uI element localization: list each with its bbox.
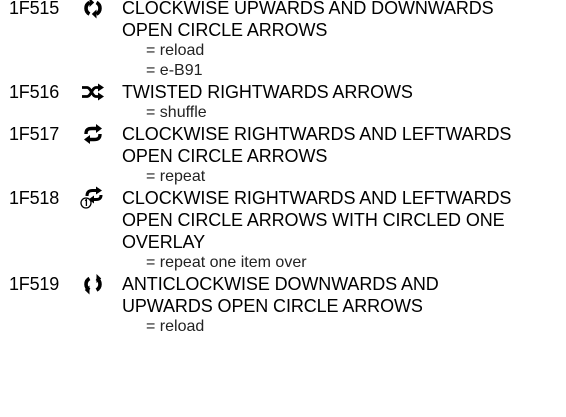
clockwise-right-left-circle-arrows-icon: [79, 123, 107, 145]
character-entry: 1F515 CLOCKWISE UPWARDS AND DOWNWARDS OP…: [0, 0, 566, 81]
character-entry: 1F519 ANTICLOCKWISE DOWNWARDS AND UPWARD…: [0, 273, 566, 337]
character-name-line: TWISTED RIGHTWARDS ARROWS: [122, 82, 413, 102]
anticlockwise-down-up-circle-arrows-icon: [79, 273, 107, 295]
character-note: = repeat one item over: [146, 254, 307, 271]
repeat-one-circle-arrows-icon: [79, 186, 107, 209]
character-name-line: OPEN CIRCLE ARROWS: [122, 20, 328, 40]
code-point: 1F519: [9, 274, 60, 294]
character-name-line: CLOCKWISE UPWARDS AND DOWNWARDS: [122, 0, 494, 18]
character-name-line: ANTICLOCKWISE DOWNWARDS AND: [122, 274, 439, 294]
character-note: = repeat: [146, 168, 206, 185]
code-point: 1F517: [9, 124, 60, 144]
character-name-line: CLOCKWISE RIGHTWARDS AND LEFTWARDS: [122, 188, 512, 208]
character-name-line: CLOCKWISE RIGHTWARDS AND LEFTWARDS: [122, 124, 512, 144]
clockwise-up-down-circle-arrows-icon: [79, 0, 107, 19]
character-note: = shuffle: [146, 104, 207, 121]
character-note: = reload: [146, 42, 205, 59]
twisted-rightwards-arrows-icon: [79, 81, 107, 103]
character-entry: 1F518 CLOCKWISE RIGHTWARDS AND LEFTWARDS…: [0, 186, 566, 273]
character-entry: 1F517 CLOCKWISE RIGHTWARDS AND LEFTWARDS…: [0, 123, 566, 187]
character-name-line: UPWARDS OPEN CIRCLE ARROWS: [122, 296, 423, 316]
character-note: = reload: [146, 318, 205, 335]
character-name-line: OVERLAY: [122, 232, 205, 252]
character-note: = e-B91: [146, 62, 203, 79]
character-name-line: OPEN CIRCLE ARROWS WITH CIRCLED ONE: [122, 210, 505, 230]
code-point: 1F518: [9, 188, 60, 208]
character-list: 1F515 CLOCKWISE UPWARDS AND DOWNWARDS OP…: [0, 0, 566, 337]
code-point: 1F515: [9, 0, 60, 18]
character-name-line: OPEN CIRCLE ARROWS: [122, 146, 328, 166]
code-point: 1F516: [9, 82, 60, 102]
character-entry: 1F516 TWISTED RIGHTWARDS ARROWS = shuffl…: [0, 81, 566, 123]
